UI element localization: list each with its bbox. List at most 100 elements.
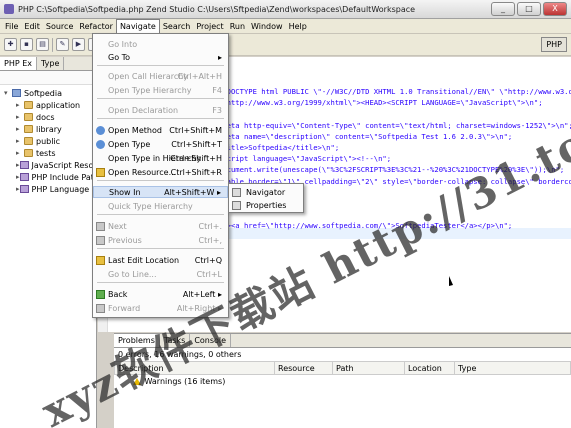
menu-item-open-resource[interactable]: Open Resource... Ctrl+Shift+R: [93, 166, 228, 178]
code-line: <p><a href=\"http://www.softpedia.com/\"…: [218, 221, 513, 231]
new-icon[interactable]: ✚: [4, 38, 17, 51]
menu-item-icon: [96, 235, 105, 245]
menu-item-open-type-hierarchy[interactable]: Open Type Hierarchy F4: [93, 84, 228, 96]
menu-refactor[interactable]: Refactor: [76, 20, 116, 33]
close-button[interactable]: X: [543, 2, 567, 16]
expand-toggle-icon[interactable]: ▸: [16, 137, 24, 145]
main-toolbar: ✚ ▪ ▤ ✎ ▶ ✱ ⌕ ◀ ▶: [0, 34, 571, 56]
perspective-switcher[interactable]: PHP: [541, 37, 567, 52]
column-type[interactable]: Type: [454, 361, 571, 375]
menu-item-shortcut: Alt+Right ▸: [176, 303, 222, 313]
tab-console[interactable]: Console: [190, 334, 232, 347]
menu-project[interactable]: Project: [193, 20, 226, 33]
submenu-item-properties[interactable]: Properties: [229, 199, 303, 212]
menu-item-go-into[interactable]: Go Into: [93, 38, 228, 50]
tab-php-explorer[interactable]: PHP Ex: [0, 57, 37, 70]
column-path[interactable]: Path: [332, 361, 405, 375]
menu-item-previous[interactable]: Previous Ctrl+,: [93, 234, 228, 246]
expand-toggle-icon[interactable]: ▸: [16, 149, 24, 157]
menu-window[interactable]: Window: [248, 20, 286, 33]
menu-item-label: Show In: [109, 187, 141, 197]
tab-type[interactable]: Type: [37, 57, 65, 70]
code-line: <meta http-equiv=\"Content-Type\" conten…: [218, 120, 571, 130]
column-resource[interactable]: Resource: [274, 361, 333, 375]
menu-item-shortcut: Ctrl+.: [198, 221, 222, 231]
menu-file[interactable]: File: [2, 20, 21, 33]
tree-item[interactable]: ▸ PHP Include Path: [2, 171, 99, 183]
menu-item-label: Forward: [108, 303, 141, 313]
tree-item[interactable]: ▸ application: [2, 99, 94, 111]
menu-separator: [97, 282, 224, 283]
tab-problems[interactable]: Problems: [114, 334, 160, 347]
menu-item-icon: [96, 125, 105, 135]
menu-item-shortcut: Ctrl+Shift+R: [170, 167, 222, 177]
expand-toggle-icon[interactable]: ▸: [16, 125, 24, 133]
tab-tasks[interactable]: Tasks: [160, 334, 191, 347]
project-tree: ▾ Softpedia ▸ application ▸ docs ▸ library ▸ publ…: [0, 85, 120, 197]
menu-item-open-declaration[interactable]: Open Declaration F3: [93, 104, 228, 116]
column-description[interactable]: Description: [114, 361, 275, 375]
menu-item-open-call-hierarchy[interactable]: Open Call Hierarchy Ctrl+Alt+H: [93, 70, 228, 82]
menu-item-next[interactable]: Next Ctrl+.: [93, 220, 228, 232]
tree-item-label: public: [36, 136, 61, 146]
menu-search[interactable]: Search: [160, 20, 193, 33]
tree-item[interactable]: ▸ docs: [2, 111, 94, 123]
menu-item-go-to[interactable]: Go To ▸: [93, 51, 228, 63]
menu-bar: File Edit Source Refactor Navigate Search Proj…: [0, 19, 571, 34]
menu-item-back[interactable]: Back Alt+Left ▸: [93, 288, 228, 300]
run-icon[interactable]: ▶: [72, 38, 85, 51]
menu-source[interactable]: Source: [43, 20, 76, 33]
save-icon[interactable]: ▪: [20, 38, 33, 51]
menu-item-icon: [96, 139, 105, 149]
menu-help[interactable]: Help: [286, 20, 310, 33]
table-row[interactable]: Warnings (16 items): [115, 375, 571, 388]
folder-icon: [24, 149, 33, 157]
menu-separator: [97, 118, 224, 119]
menu-navigate[interactable]: Navigate: [115, 19, 160, 33]
tree-item[interactable]: ▸ JavaScript Resources: [2, 159, 115, 171]
tree-item-label: tests: [36, 148, 56, 158]
expand-toggle-icon[interactable]: ▾: [4, 89, 12, 97]
folder-icon: [24, 125, 33, 133]
problems-summary: 0 errors, 16 warnings, 0 others: [118, 350, 242, 359]
print-icon[interactable]: ▤: [36, 38, 49, 51]
menu-item-shortcut: Ctrl+Alt+H: [177, 71, 223, 81]
edit-icon[interactable]: ✎: [56, 38, 69, 51]
tree-item[interactable]: ▾ Softpedia: [2, 87, 94, 99]
column-location[interactable]: Location: [404, 361, 455, 375]
expand-toggle-icon[interactable]: ▸: [16, 101, 24, 109]
tree-item[interactable]: ▸ PHP Language Library: [2, 183, 120, 195]
expand-toggle-icon[interactable]: ▸: [16, 113, 24, 121]
problems-panel: Problems Tasks Console 0 errors, 16 warn…: [114, 333, 571, 428]
menu-item-shortcut: F4: [212, 85, 222, 95]
maximize-button[interactable]: □: [517, 2, 541, 16]
menu-item-open-type-in-hierarchy[interactable]: Open Type in Hierarchy Ctrl+Shift+H: [93, 152, 228, 164]
minimize-button[interactable]: _: [491, 2, 515, 16]
menu-item-quick-type-hierarchy[interactable]: Quick Type Hierarchy: [93, 200, 228, 212]
menu-item-last-edit-location[interactable]: Last Edit Location Ctrl+Q: [93, 254, 228, 266]
tree-item[interactable]: ▸ library: [2, 123, 94, 135]
menu-item-open-type[interactable]: Open Type Ctrl+Shift+T: [93, 138, 228, 150]
submenu-item-navigator[interactable]: Navigator: [229, 186, 303, 199]
menu-item-forward[interactable]: Forward Alt+Right ▸: [93, 302, 228, 314]
row-path: [333, 375, 405, 388]
project-icon: [12, 89, 21, 97]
tree-item[interactable]: ▸ public: [2, 135, 94, 147]
menu-item-label: Open Type Hierarchy: [108, 85, 192, 95]
library-icon: [19, 185, 29, 193]
menu-separator: [97, 248, 224, 249]
menu-separator: [97, 180, 224, 181]
menu-item-open-method[interactable]: Open Method Ctrl+Shift+M: [93, 124, 228, 136]
menu-edit[interactable]: Edit: [21, 20, 43, 33]
menu-item-go-to-line[interactable]: Go to Line... Ctrl+L: [93, 268, 228, 280]
menu-item-show-in[interactable]: Show In Alt+Shift+W ▸: [93, 186, 228, 198]
tree-item[interactable]: ▸ tests: [2, 147, 94, 159]
library-icon: [19, 161, 29, 169]
menu-item-label: Go Into: [108, 39, 138, 49]
menu-item-shortcut: Ctrl+L: [196, 269, 222, 279]
menu-run[interactable]: Run: [227, 20, 248, 33]
menu-item-label: Quick Type Hierarchy: [108, 201, 193, 211]
row-type: [455, 375, 571, 388]
submenu-item-label: Properties: [246, 201, 287, 210]
problems-table: Description Resource Path Location Type …: [114, 361, 571, 388]
